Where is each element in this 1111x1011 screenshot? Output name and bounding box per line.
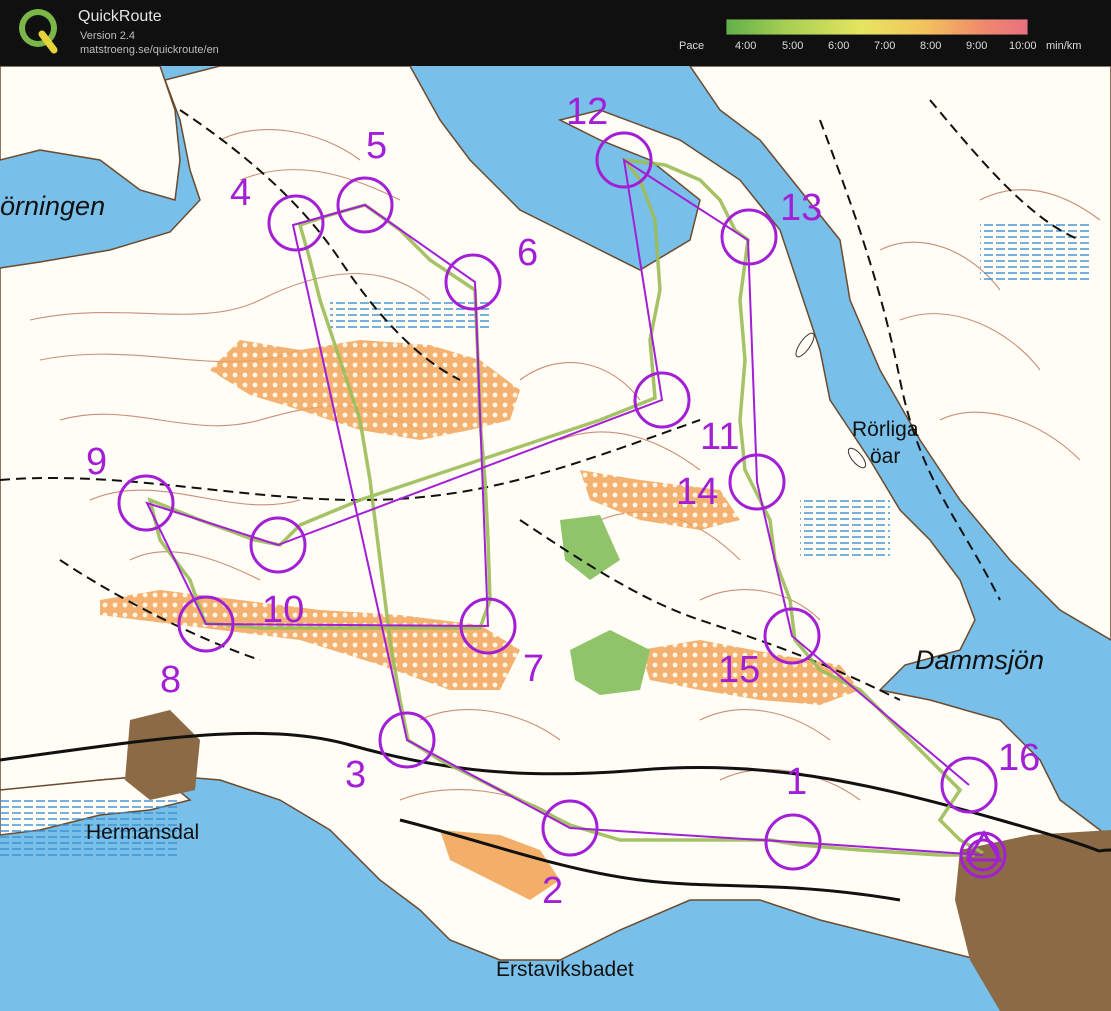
orienteering-map[interactable]: 1 2 3 4 5 6 7 8 9 10 11 12 13 14 15 16 ö…	[0, 66, 1111, 1011]
control-number-13: 13	[780, 187, 822, 229]
marsh-area	[980, 220, 1090, 280]
control-number-4: 4	[230, 172, 251, 214]
place-hermansdal: Hermansdal	[86, 821, 199, 844]
control-number-3: 3	[345, 754, 366, 796]
app-url[interactable]: matstroeng.se/quickroute/en	[80, 44, 219, 56]
control-number-10: 10	[262, 589, 304, 631]
app-version: Version 2.4	[80, 30, 136, 42]
control-number-11: 11	[700, 416, 739, 458]
marsh-area	[800, 500, 890, 560]
pace-tick: 7:00	[874, 40, 896, 52]
control-number-5: 5	[366, 125, 387, 167]
lake-dammsjon: Dammsjön	[915, 645, 1044, 675]
control-number-15: 15	[718, 649, 760, 691]
header-bar: QuickRoute Version 2.4 matstroeng.se/qui…	[0, 0, 1111, 66]
pace-tick: 6:00	[828, 40, 850, 52]
pace-unit: min/km	[1046, 40, 1082, 52]
control-number-7: 7	[523, 648, 544, 690]
lake-name-left: örningen	[0, 191, 105, 221]
control-number-1: 1	[786, 761, 807, 803]
app-name: QuickRoute	[78, 8, 162, 25]
place-rorliga-line1: Rörliga	[852, 418, 919, 441]
pace-color-scale	[726, 19, 1028, 35]
control-number-9: 9	[86, 441, 107, 483]
control-number-8: 8	[160, 659, 181, 701]
pace-tick: 5:00	[782, 40, 804, 52]
control-number-2: 2	[542, 870, 563, 912]
pace-tick: 9:00	[966, 40, 988, 52]
control-number-12: 12	[566, 91, 608, 133]
quickroute-logo-icon	[19, 9, 58, 54]
pace-label: Pace	[679, 40, 705, 52]
pace-tick: 4:00	[735, 40, 757, 52]
marsh-area	[330, 300, 490, 330]
pace-tick: 10:00	[1009, 40, 1037, 52]
control-number-16: 16	[998, 737, 1040, 779]
pace-tick: 8:00	[920, 40, 942, 52]
place-erstaviksbadet: Erstaviksbadet	[496, 958, 634, 981]
place-rorliga-line2: öar	[870, 445, 900, 468]
control-number-6: 6	[517, 232, 538, 274]
control-number-14: 14	[676, 471, 718, 513]
